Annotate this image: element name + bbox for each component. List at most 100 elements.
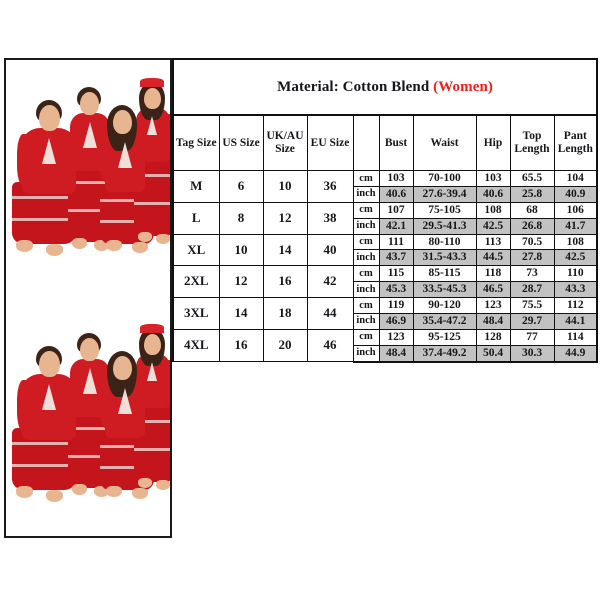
- cell-bust-cm: 107: [378, 201, 414, 219]
- cell-unit-inch: inch: [352, 312, 380, 330]
- cell-hip-inch: 48.4: [475, 312, 511, 330]
- cell-us-size: 8: [218, 201, 264, 235]
- cell-hip-cm: 123: [475, 297, 511, 314]
- cell-hip-inch: 42.5: [475, 217, 511, 235]
- cell-hip-cm: 108: [475, 201, 511, 219]
- size-chart-body: Material: Cotton Blend (Women) Tag Size …: [171, 58, 599, 363]
- cell-unit-cm: cm: [352, 233, 380, 251]
- chart-title-accent: (Women): [433, 78, 493, 95]
- family-group-illustration: [6, 74, 170, 279]
- header-top-length: Top Length: [509, 114, 555, 171]
- cell-uk-au-size: 10: [262, 170, 308, 203]
- header-us-size: US Size: [218, 114, 264, 171]
- cell-top-length-cm: 65.5: [509, 170, 555, 187]
- cell-uk-au-size: 16: [262, 265, 308, 298]
- cell-waist-cm: 95-125: [412, 328, 477, 346]
- cell-waist-inch: 37.4-49.2: [412, 344, 477, 363]
- cell-bust-inch: 42.1: [378, 217, 414, 235]
- cell-unit-cm: cm: [352, 201, 380, 219]
- cell-us-size: 14: [218, 297, 264, 330]
- header-hip: Hip: [475, 114, 511, 171]
- cell-tag-size: L: [172, 201, 220, 235]
- cell-waist-cm: 80-110: [412, 233, 477, 251]
- table-row: XL 10 14 40 cm 111 80-110 113 70.5 108: [172, 233, 599, 267]
- cell-tag-size: XL: [172, 233, 220, 267]
- cell-unit-inch: inch: [352, 217, 380, 235]
- cell-pant-length-inch: 42.5: [553, 249, 599, 267]
- cell-tag-size: 2XL: [172, 265, 220, 298]
- cell-unit-cm: cm: [352, 297, 380, 314]
- cell-top-length-inch: 26.8: [509, 217, 555, 235]
- title-row: Material: Cotton Blend (Women): [171, 58, 599, 116]
- cell-unit-inch: inch: [352, 249, 380, 267]
- cell-waist-cm: 75-105: [412, 201, 477, 219]
- cell-pant-length-cm: 104: [553, 170, 599, 187]
- cell-eu-size: 36: [306, 170, 354, 203]
- cell-hip-cm: 103: [475, 170, 511, 187]
- cell-hip-cm: 118: [475, 265, 511, 283]
- cell-hip-cm: 128: [475, 328, 511, 346]
- cell-bust-inch: 45.3: [378, 281, 414, 298]
- cell-us-size: 12: [218, 265, 264, 298]
- cell-eu-size: 42: [306, 265, 354, 298]
- cell-top-length-inch: 29.7: [509, 312, 555, 330]
- cell-top-length-cm: 70.5: [509, 233, 555, 251]
- cell-pant-length-cm: 112: [553, 297, 599, 314]
- chart-title-main: Material: Cotton Blend: [277, 78, 430, 95]
- size-chart-page: Material: Cotton Blend (Women) Tag Size …: [0, 0, 600, 600]
- cell-pant-length-cm: 108: [553, 233, 599, 251]
- header-pant-length: Pant Length: [553, 114, 599, 171]
- cell-eu-size: 38: [306, 201, 354, 235]
- cell-top-length-cm: 68: [509, 201, 555, 219]
- cell-tag-size: M: [172, 170, 220, 203]
- cell-uk-au-size: 18: [262, 297, 308, 330]
- table-row: M 6 10 36 cm 103 70-100 103 65.5 104: [172, 170, 599, 203]
- cell-hip-inch: 46.5: [475, 281, 511, 298]
- cell-waist-inch: 27.6-39.4: [412, 185, 477, 203]
- cell-hip-cm: 113: [475, 233, 511, 251]
- cell-pant-length-inch: 41.7: [553, 217, 599, 235]
- cell-bust-inch: 40.6: [378, 185, 414, 203]
- table-row: 2XL 12 16 42 cm 115 85-115 118 73 110: [172, 265, 599, 298]
- cell-eu-size: 44: [306, 297, 354, 330]
- cell-bust-inch: 46.9: [378, 312, 414, 330]
- cell-pant-length-inch: 44.9: [553, 344, 599, 363]
- product-photo-panel: [4, 58, 172, 538]
- cell-top-length-cm: 77: [509, 328, 555, 346]
- header-uk-au-size: UK/AU Size: [262, 114, 308, 171]
- cell-top-length-inch: 30.3: [509, 344, 555, 363]
- table-row: 4XL 16 20 46 cm 123 95-125 128 77 114: [172, 328, 599, 363]
- cell-pant-length-cm: 106: [553, 201, 599, 219]
- cell-eu-size: 40: [306, 233, 354, 267]
- cell-waist-inch: 35.4-47.2: [412, 312, 477, 330]
- cell-bust-inch: 43.7: [378, 249, 414, 267]
- cell-top-length-cm: 73: [509, 265, 555, 283]
- cell-uk-au-size: 20: [262, 328, 308, 363]
- cell-top-length-inch: 27.8: [509, 249, 555, 267]
- cell-pant-length-inch: 44.1: [553, 312, 599, 330]
- cell-unit-inch: inch: [352, 185, 380, 203]
- header-eu-size: EU Size: [306, 114, 354, 171]
- family-matching-red-christmas-pajamas-photo-1: [6, 74, 170, 279]
- cell-waist-inch: 29.5-41.3: [412, 217, 477, 235]
- cell-hip-inch: 44.5: [475, 249, 511, 267]
- cell-waist-cm: 70-100: [412, 170, 477, 187]
- table-row: L 8 12 38 cm 107 75-105 108 68 106: [172, 201, 599, 235]
- cell-top-length-inch: 25.8: [509, 185, 555, 203]
- cell-pant-length-cm: 114: [553, 328, 599, 346]
- size-chart-table: Material: Cotton Blend (Women) Tag Size …: [171, 58, 599, 363]
- header-row: Tag Size US Size UK/AU Size EU Size Bust…: [172, 114, 599, 171]
- header-waist: Waist: [412, 114, 477, 171]
- cell-pant-length-inch: 40.9: [553, 185, 599, 203]
- header-bust: Bust: [378, 114, 414, 171]
- cell-uk-au-size: 14: [262, 233, 308, 267]
- cell-hip-inch: 50.4: [475, 344, 511, 363]
- family-matching-red-christmas-pajamas-photo-2: [6, 320, 170, 525]
- cell-bust-cm: 123: [378, 328, 414, 346]
- cell-hip-inch: 40.6: [475, 185, 511, 203]
- cell-unit-cm: cm: [352, 328, 380, 346]
- cell-tag-size: 3XL: [172, 297, 220, 330]
- cell-uk-au-size: 12: [262, 201, 308, 235]
- cell-bust-cm: 119: [378, 297, 414, 314]
- cell-eu-size: 46: [306, 328, 354, 363]
